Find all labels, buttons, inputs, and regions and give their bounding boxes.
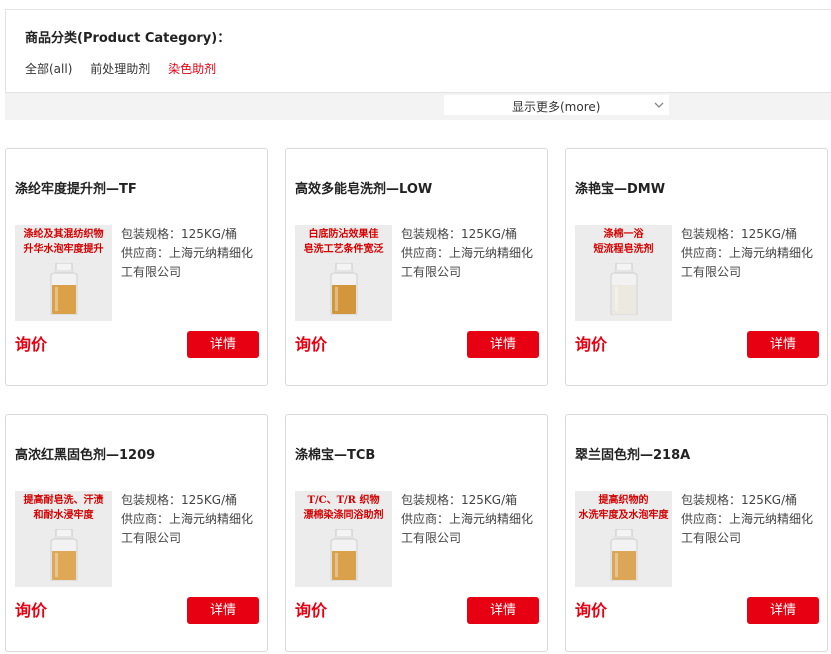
product-image-caption-line: 皂洗工艺条件宽泛 xyxy=(303,244,384,255)
product-info: 包装规格：125KG/桶供应商：上海元纳精细化工有限公司 xyxy=(121,225,261,282)
product-info: 包装规格：125KG/桶供应商：上海元纳精细化工有限公司 xyxy=(681,491,821,548)
bottle-icon xyxy=(45,262,83,316)
product-image[interactable]: 提高织物的水洗牢度及水泡牢度 xyxy=(575,491,672,587)
product-image-caption-line: 涤纶及其混纺织物 xyxy=(23,229,104,240)
detail-button[interactable]: 详情 xyxy=(187,597,259,624)
product-image-caption: 白底防沾效果佳 皂洗工艺条件宽泛 xyxy=(295,227,392,257)
product-image-caption-line: 漂棉染涤同浴助剂 xyxy=(303,510,384,521)
chevron-down-icon xyxy=(654,102,664,108)
product-card[interactable]: 涤纶牢度提升剂—TF 涤纶及其混纺织物 升华水泡牢度提升 包装规格：125KG/桶 供应… xyxy=(5,148,268,386)
detail-button[interactable]: 详情 xyxy=(467,597,539,624)
product-packaging: 包装规格：125KG/桶 xyxy=(681,227,798,241)
detail-button[interactable]: 详情 xyxy=(187,331,259,358)
product-image-caption-line: 白底防沾效果佳 xyxy=(308,229,379,240)
product-card[interactable]: 高浓红黑固色剂—1209 提高耐皂洗、汗渍 和耐水浸牢度 包装规格：125KG/桶 供应… xyxy=(5,414,268,652)
product-image[interactable]: 涤纶及其混纺织物 升华水泡牢度提升 xyxy=(15,225,112,321)
category-option-dyeing[interactable]: 染色助剂 xyxy=(168,60,216,77)
bottle-icon xyxy=(325,262,363,316)
product-name[interactable]: 涤艳宝—DMW xyxy=(575,178,665,197)
bottle-icon xyxy=(605,262,643,316)
product-supplier: 供应商：上海元纳精细化工有限公司 xyxy=(401,246,534,279)
product-name[interactable]: 涤棉宝—TCB xyxy=(295,444,375,463)
product-packaging: 包装规格：125KG/箱 xyxy=(401,493,518,507)
product-packaging: 包装规格：125KG/桶 xyxy=(681,493,798,507)
product-image-caption: 涤纶及其混纺织物 升华水泡牢度提升 xyxy=(15,227,112,257)
product-name[interactable]: 翠兰固色剂—218A xyxy=(575,444,690,463)
show-more-bar: 显示更多(more) xyxy=(5,93,831,120)
category-option-pretreatment[interactable]: 前处理助剂 xyxy=(90,60,150,77)
category-filter-title: 商品分类(Product Category)： xyxy=(25,31,231,46)
product-image[interactable]: T/C、T/R 织物 漂棉染涤同浴助剂 xyxy=(295,491,392,587)
product-image-caption-line: 水洗牢度及水泡牢度 xyxy=(578,510,669,521)
product-info: 包装规格：125KG/箱供应商：上海元纳精细化工有限公司 xyxy=(401,491,541,548)
inquiry-price-link[interactable]: 询价 xyxy=(575,331,607,355)
show-more-label: 显示更多(more) xyxy=(512,100,601,114)
product-info: 包装规格：125KG/桶供应商：上海元纳精细化工有限公司 xyxy=(681,225,821,282)
product-supplier: 供应商：上海元纳精细化工有限公司 xyxy=(681,512,814,545)
product-supplier: 供应商：上海元纳精细化工有限公司 xyxy=(121,246,254,279)
detail-button[interactable]: 详情 xyxy=(467,331,539,358)
product-supplier: 供应商：上海元纳精细化工有限公司 xyxy=(121,512,254,545)
product-image[interactable]: 白底防沾效果佳 皂洗工艺条件宽泛 xyxy=(295,225,392,321)
product-image-caption-line: 升华水泡牢度提升 xyxy=(23,244,104,255)
inquiry-price-link[interactable]: 询价 xyxy=(575,597,607,621)
product-name[interactable]: 高浓红黑固色剂—1209 xyxy=(15,444,155,463)
bottle-icon xyxy=(325,528,363,582)
detail-button[interactable]: 详情 xyxy=(747,597,819,624)
inquiry-price-link[interactable]: 询价 xyxy=(295,331,327,355)
product-image[interactable]: 提高耐皂洗、汗渍 和耐水浸牢度 xyxy=(15,491,112,587)
category-filter-panel: 商品分类(Product Category)： 全部(all) 前处理助剂 染色… xyxy=(5,9,831,93)
product-image-caption: 涤棉一浴短流程皂洗剂 xyxy=(575,227,672,257)
product-image-caption-line: 和耐水浸牢度 xyxy=(33,510,94,521)
product-card[interactable]: 涤棉宝—TCB T/C、T/R 织物 漂棉染涤同浴助剂 包装规格：125KG/箱 供应商… xyxy=(285,414,548,652)
product-supplier: 供应商：上海元纳精细化工有限公司 xyxy=(401,512,534,545)
product-info: 包装规格：125KG/桶供应商：上海元纳精细化工有限公司 xyxy=(121,491,261,548)
product-name[interactable]: 高效多能皂洗剂—LOW xyxy=(295,178,432,197)
product-name[interactable]: 涤纶牢度提升剂—TF xyxy=(15,178,137,197)
category-option-all[interactable]: 全部(all) xyxy=(25,60,72,77)
product-packaging: 包装规格：125KG/桶 xyxy=(121,227,238,241)
inquiry-price-link[interactable]: 询价 xyxy=(15,331,47,355)
product-image-caption-line: T/C、T/R 织物 xyxy=(307,495,380,506)
product-card[interactable]: 涤艳宝—DMW 涤棉一浴 短流程皂洗剂 包装规格：125KG/桶 供应商：上海元纳精细化… xyxy=(565,148,828,386)
product-packaging: 包装规格：125KG/桶 xyxy=(121,493,238,507)
product-info: 包装规格：125KG/桶供应商：上海元纳精细化工有限公司 xyxy=(401,225,541,282)
product-image-caption: 提高耐皂洗、汗渍 和耐水浸牢度 xyxy=(15,493,112,523)
inquiry-price-link[interactable]: 询价 xyxy=(15,597,47,621)
detail-button[interactable]: 详情 xyxy=(747,331,819,358)
product-image-caption-line: 涤棉一浴 xyxy=(603,229,644,240)
product-image-caption-line: 短流程皂洗剂 xyxy=(593,244,654,255)
product-packaging: 包装规格：125KG/桶 xyxy=(401,227,518,241)
product-image-caption: 提高织物的水洗牢度及水泡牢度 xyxy=(575,493,672,523)
product-image-caption-line: 提高织物的 xyxy=(598,495,649,506)
product-supplier: 供应商：上海元纳精细化工有限公司 xyxy=(681,246,814,279)
product-card[interactable]: 高效多能皂洗剂—LOW 白底防沾效果佳 皂洗工艺条件宽泛 包装规格：125KG/桶 供应… xyxy=(285,148,548,386)
category-filter-options: 全部(all) 前处理助剂 染色助剂 xyxy=(25,60,230,77)
product-card[interactable]: 翠兰固色剂—218A 提高织物的 水洗牢度及水泡牢度 包装规格：125KG/桶 供应商：… xyxy=(565,414,828,652)
bottle-icon xyxy=(605,528,643,582)
product-image-caption-line: 提高耐皂洗、汗渍 xyxy=(23,495,104,506)
bottle-icon xyxy=(45,528,83,582)
product-image[interactable]: 涤棉一浴短流程皂洗剂 xyxy=(575,225,672,321)
show-more-button[interactable]: 显示更多(more) xyxy=(444,95,669,115)
product-image-caption: T/C、T/R 织物 漂棉染涤同浴助剂 xyxy=(295,493,392,523)
inquiry-price-link[interactable]: 询价 xyxy=(295,597,327,621)
